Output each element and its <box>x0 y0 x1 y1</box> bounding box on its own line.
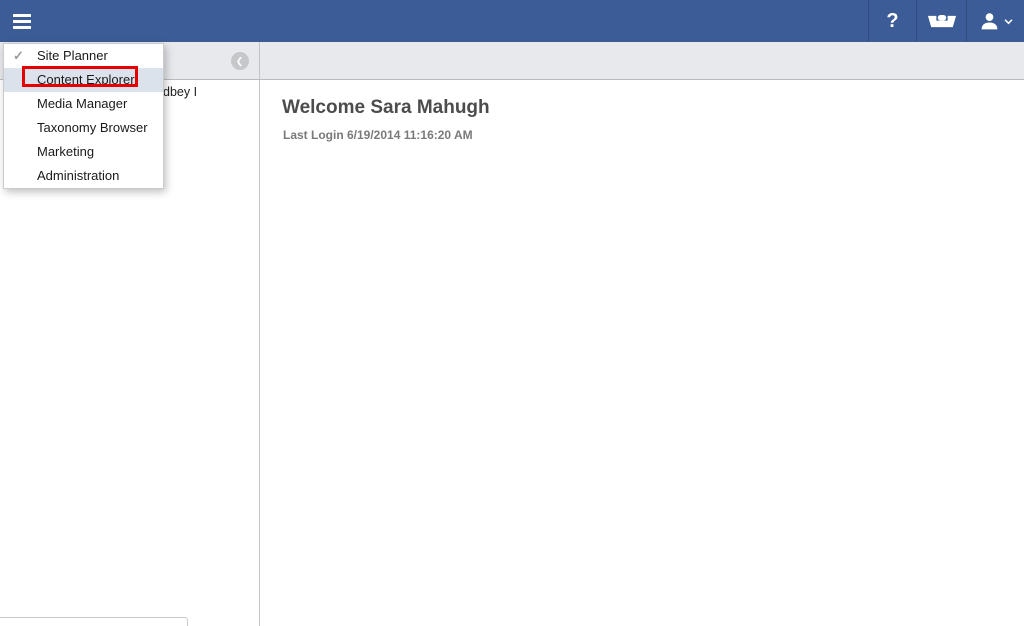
help-button[interactable]: ? <box>868 0 916 42</box>
user-menu-button[interactable] <box>966 0 1024 42</box>
last-login-text: Last Login 6/19/2014 11:16:20 AM <box>283 128 473 142</box>
chevron-down-icon <box>1003 18 1013 25</box>
hamburger-menu-button[interactable] <box>0 0 44 42</box>
topbar-action-group: ? <box>868 0 1024 42</box>
menu-item-label: Administration <box>37 168 120 183</box>
sidebar-tree-item-partial[interactable]: dbey I <box>163 85 197 99</box>
welcome-heading: Welcome Sara Mahugh <box>282 97 490 118</box>
collapse-sidebar-button[interactable]: ❮ <box>231 52 249 70</box>
checkmark-icon: ✓ <box>13 48 24 63</box>
menu-item-label: Site Planner <box>37 48 108 63</box>
menu-item-label: Media Manager <box>37 96 128 111</box>
question-mark-icon: ? <box>886 9 899 32</box>
menu-item-administration[interactable]: Administration <box>4 164 163 188</box>
view-switcher-menu: ✓ Site Planner Content Explorer Media Ma… <box>3 43 164 189</box>
menu-item-content-explorer[interactable]: Content Explorer <box>4 68 163 92</box>
menu-item-label: Taxonomy Browser <box>37 120 148 135</box>
menu-item-label: Marketing <box>37 144 95 159</box>
collapsed-bottom-panel <box>0 617 188 626</box>
person-icon <box>979 11 1000 32</box>
menu-item-site-planner[interactable]: ✓ Site Planner <box>4 44 163 68</box>
menu-item-taxonomy-browser[interactable]: Taxonomy Browser <box>4 116 163 140</box>
tray-icon <box>927 13 957 30</box>
console-button[interactable] <box>916 0 966 42</box>
menu-item-marketing[interactable]: Marketing <box>4 140 163 164</box>
menu-item-label: Content Explorer <box>37 72 135 87</box>
sidebar-divider <box>259 42 260 626</box>
menu-item-media-manager[interactable]: Media Manager <box>4 92 163 116</box>
top-navigation-bar: ? <box>0 0 1024 42</box>
chevron-left-circle-icon: ❮ <box>235 55 244 66</box>
